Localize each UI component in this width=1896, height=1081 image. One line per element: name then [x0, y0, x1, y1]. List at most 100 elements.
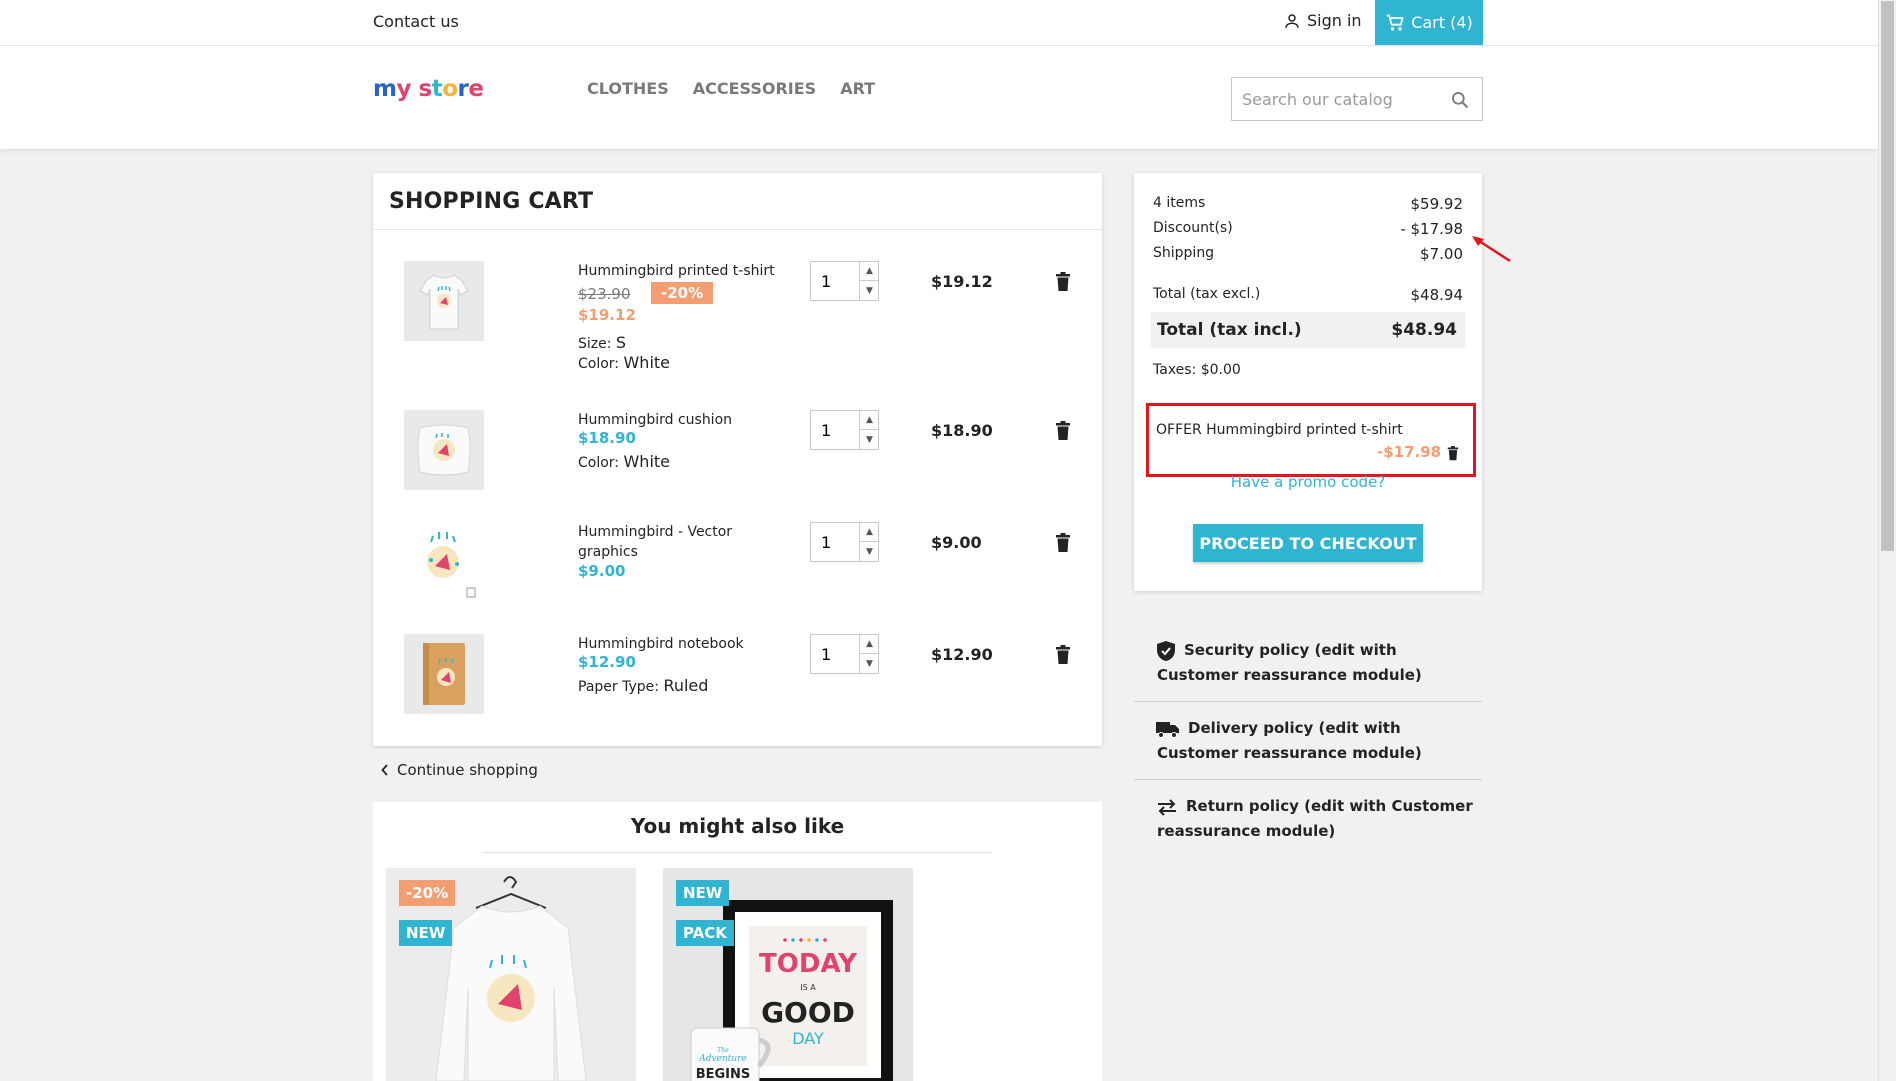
quantity-input[interactable] [811, 262, 859, 300]
sign-in-link[interactable]: Sign in [1283, 11, 1362, 30]
trash-icon[interactable] [1055, 272, 1071, 292]
trash-icon[interactable] [1055, 645, 1071, 665]
voucher-highlight-box: OFFER Hummingbird printed t-shirt -$17.9… [1146, 403, 1476, 477]
product-attribute-size: Size: S [578, 333, 627, 352]
product-attribute-paper-type: Paper Type: Ruled [578, 676, 709, 695]
divider [1134, 701, 1482, 702]
swap-arrows-icon [1158, 798, 1176, 816]
page-scrollbar[interactable] [1878, 0, 1896, 1081]
chevron-down-icon[interactable]: ▼ [859, 654, 879, 673]
product-name[interactable]: Hummingbird printed t-shirt [578, 261, 778, 281]
summary-discount-row: Discount(s) - $17.98 [1153, 220, 1463, 238]
quantity-stepper: ▲ ▼ [810, 634, 879, 674]
poster-line-is-a: IS A [800, 983, 816, 992]
top-nav-bar: Contact us Sign in Cart (4) [0, 0, 1878, 46]
total-excl-label: Total (tax excl.) [1153, 286, 1261, 302]
product-attribute-color: Color: White [578, 452, 671, 471]
proceed-to-checkout-button[interactable]: PROCEED TO CHECKOUT [1193, 524, 1423, 562]
discount-badge: -20% [651, 282, 714, 304]
chevron-down-icon[interactable]: ▼ [859, 430, 879, 449]
shopping-cart-icon [1386, 14, 1404, 30]
product-thumbnail-notebook[interactable] [404, 634, 484, 714]
divider [483, 852, 992, 853]
shopping-cart-panel: SHOPPING CART Hummingbird printed t-shir… [373, 173, 1102, 746]
chevron-up-icon[interactable]: ▲ [859, 635, 879, 654]
trash-icon[interactable] [1055, 533, 1071, 553]
line-total: $12.90 [931, 645, 993, 664]
product-thumbnail-tshirt[interactable] [404, 261, 484, 341]
reassurance-return: Return policy (edit with Customer reassu… [1134, 794, 1482, 844]
trash-icon[interactable] [1447, 446, 1459, 461]
promo-code-link[interactable]: Have a promo code? [1134, 473, 1482, 491]
total-incl-value: $48.94 [1391, 320, 1457, 340]
discount-label: Discount(s) [1153, 220, 1233, 236]
shipping-value: $7.00 [1420, 245, 1463, 263]
quantity-stepper: ▲ ▼ [810, 261, 879, 301]
items-value: $59.92 [1410, 195, 1464, 213]
also-like-section: You might also like -20% NEW TODAY IS A … [373, 802, 1102, 1081]
taxes-label: Taxes: $0.00 [1153, 362, 1241, 378]
chevron-down-icon[interactable]: ▼ [859, 542, 879, 561]
discount-value: - $17.98 [1400, 220, 1463, 238]
product-thumbnail-vector-graphics[interactable] [404, 522, 484, 602]
shield-check-icon [1157, 640, 1175, 661]
trash-icon[interactable] [1055, 421, 1071, 441]
also-like-title: You might also like [630, 814, 845, 838]
delivery-policy-line1: Delivery policy (edit with [1188, 719, 1401, 737]
mug-line-adventure: Adventure [698, 1054, 747, 1064]
contact-us-link[interactable]: Contact us [373, 12, 459, 31]
mug-line-begins: BEGINS [696, 1067, 751, 1081]
security-policy-line2: Customer reassurance module) [1157, 666, 1422, 684]
continue-shopping-label: Continue shopping [397, 761, 538, 779]
cart-summary-panel: 4 items $59.92 Discount(s) - $17.98 Ship… [1134, 173, 1482, 591]
product-price: $9.00 [578, 562, 626, 580]
shipping-label: Shipping [1153, 245, 1215, 261]
summary-total-incl-row: Total (tax incl.) $48.94 [1151, 312, 1465, 348]
return-policy-line2: reassurance module) [1157, 822, 1336, 840]
total-excl-value: $48.94 [1410, 286, 1464, 304]
divider [373, 229, 1102, 230]
line-total: $18.90 [931, 421, 993, 440]
product-name[interactable]: Hummingbird cushion [578, 410, 778, 430]
summary-items-row: 4 items $59.92 [1153, 195, 1463, 213]
search-box [1231, 77, 1483, 121]
poster-line-day: DAY [792, 1029, 824, 1048]
product-name[interactable]: Hummingbird - Vector graphics [578, 522, 748, 562]
chevron-up-icon[interactable]: ▲ [859, 262, 879, 281]
return-policy-line1: Return policy (edit with Customer [1186, 797, 1473, 815]
product-card-poster-pack[interactable]: TODAY IS A GOOD DAY The Adventure BEGINS… [663, 868, 913, 1081]
truck-icon [1156, 721, 1179, 738]
summary-taxes-row: Taxes: $0.00 [1153, 362, 1463, 378]
sign-in-label: Sign in [1307, 11, 1362, 30]
product-name[interactable]: Hummingbird notebook [578, 634, 778, 654]
search-icon[interactable] [1450, 90, 1470, 114]
product-card-longsleeve[interactable]: -20% NEW [386, 868, 636, 1081]
poster-line-today: TODAY [759, 949, 858, 979]
user-icon [1285, 13, 1299, 28]
product-thumbnail-cushion[interactable] [404, 410, 484, 490]
regular-price: $23.90 [578, 285, 631, 303]
voucher-name: OFFER Hummingbird printed t-shirt [1156, 422, 1403, 438]
menu-item-clothes[interactable]: CLOTHES [587, 79, 669, 98]
chevron-up-icon[interactable]: ▲ [859, 523, 879, 542]
quantity-stepper: ▲ ▼ [810, 522, 879, 562]
voucher-value: -$17.98 [1377, 443, 1442, 461]
product-price: $18.90 [578, 429, 636, 447]
pack-tag: PACK [676, 920, 734, 946]
continue-shopping-link[interactable]: Continue shopping [381, 761, 538, 779]
scrollbar-thumb[interactable] [1881, 1, 1894, 551]
quantity-input[interactable] [811, 635, 859, 673]
items-label: 4 items [1153, 195, 1206, 211]
store-logo[interactable]: my store [373, 76, 484, 102]
annotation-arrow-icon [1472, 236, 1511, 263]
quantity-input[interactable] [811, 523, 859, 561]
main-menu: CLOTHES ACCESSORIES ART [587, 79, 875, 98]
chevron-down-icon[interactable]: ▼ [859, 281, 879, 300]
menu-item-accessories[interactable]: ACCESSORIES [693, 79, 816, 98]
chevron-up-icon[interactable]: ▲ [859, 411, 879, 430]
cart-label: Cart (4) [1411, 13, 1473, 32]
search-input[interactable] [1232, 78, 1432, 120]
cart-button[interactable]: Cart (4) [1375, 0, 1483, 45]
quantity-input[interactable] [811, 411, 859, 449]
menu-item-art[interactable]: ART [840, 79, 875, 98]
